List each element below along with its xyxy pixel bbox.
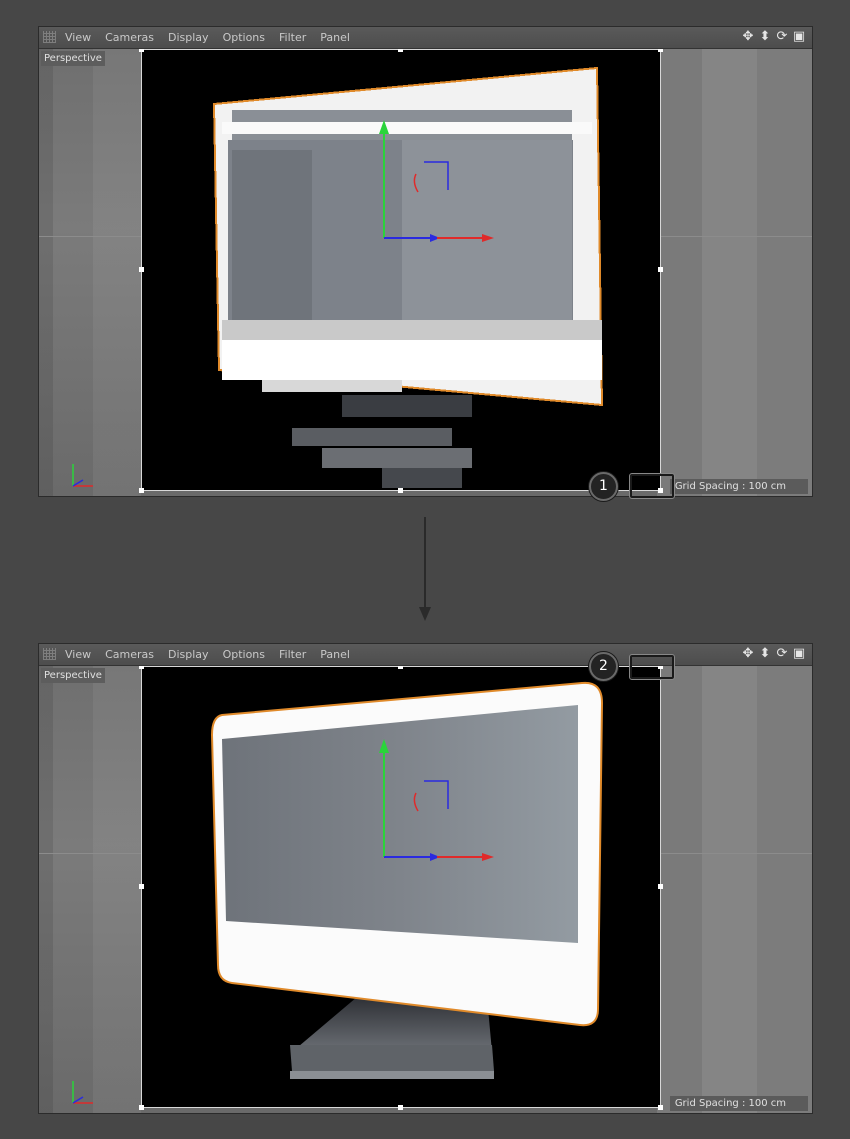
step-callout-1: 1 (589, 472, 618, 501)
menu-view[interactable]: View (65, 27, 98, 48)
menu-filter[interactable]: Filter (279, 27, 313, 48)
region-handle[interactable] (139, 666, 144, 669)
navigation-icons: ✥ ⬍ ⟳ ▣ (741, 30, 806, 44)
menu-display[interactable]: Display (168, 644, 216, 665)
viewport-top[interactable]: View Cameras Display Options Filter Pane… (38, 26, 813, 497)
viewport-camera-label[interactable]: Perspective (41, 668, 105, 683)
monitor-render (210, 681, 604, 1079)
maximize-icon[interactable]: ▣ (792, 30, 806, 44)
region-handle[interactable] (398, 1105, 403, 1110)
move-icon[interactable]: ✥ (741, 647, 755, 661)
viewport-bottom[interactable]: View Cameras Display Options Filter Pane… (38, 643, 813, 1114)
viewport-scene[interactable]: Perspective Grid Spacing: 100 cm (39, 49, 812, 496)
step-callout-2: 2 (589, 652, 618, 681)
zoom-icon[interactable]: ⬍ (758, 647, 772, 661)
background-stripes (657, 49, 812, 496)
region-handle[interactable] (139, 49, 144, 52)
region-handle[interactable] (139, 884, 144, 889)
menu-panel[interactable]: Panel (320, 644, 357, 665)
region-handle[interactable] (398, 488, 403, 493)
viewport-menubar: View Cameras Display Options Filter Pane… (39, 27, 812, 49)
menu-view[interactable]: View (65, 644, 98, 665)
viewport-menubar: View Cameras Display Options Filter Pane… (39, 644, 812, 666)
viewport-scene[interactable]: Perspective Grid Spacing: 100 cm (39, 666, 812, 1113)
menu-display[interactable]: Display (168, 27, 216, 48)
region-handle[interactable] (658, 884, 663, 889)
menu-filter[interactable]: Filter (279, 644, 313, 665)
grid-spacing-label: Grid Spacing : 100 cm (669, 1096, 808, 1111)
render-lock-highlight[interactable] (629, 654, 675, 680)
region-handle[interactable] (658, 267, 663, 272)
menu-cameras[interactable]: Cameras (105, 27, 161, 48)
viewport-camera-label[interactable]: Perspective (41, 51, 105, 66)
region-handle[interactable] (139, 1105, 144, 1110)
menu-panel[interactable]: Panel (320, 27, 357, 48)
down-arrow-icon (419, 517, 431, 621)
region-handle[interactable] (658, 49, 663, 52)
navigation-icons: ✥ ⬍ ⟳ ▣ (741, 647, 806, 661)
region-handle[interactable] (398, 666, 403, 669)
zoom-icon[interactable]: ⬍ (758, 30, 772, 44)
rotate-icon[interactable]: ⟳ (775, 30, 789, 44)
grip-icon[interactable] (43, 31, 56, 43)
world-axis-icon (72, 1081, 93, 1104)
render-region[interactable] (139, 49, 663, 493)
viewport-menu: View Cameras Display Options Filter Pane… (65, 644, 364, 665)
render-region[interactable] (139, 666, 663, 1110)
menu-options[interactable]: Options (223, 644, 272, 665)
maximize-icon[interactable]: ▣ (792, 647, 806, 661)
render-lock-highlight[interactable] (629, 473, 675, 499)
region-handle[interactable] (139, 488, 144, 493)
menu-options[interactable]: Options (223, 27, 272, 48)
rotate-icon[interactable]: ⟳ (775, 647, 789, 661)
move-icon[interactable]: ✥ (741, 30, 755, 44)
region-handle[interactable] (658, 1105, 663, 1110)
region-handle[interactable] (139, 267, 144, 272)
background-stripes (657, 666, 812, 1113)
monitor-render-lowres (212, 66, 604, 488)
world-axis-icon (72, 464, 93, 487)
grid-spacing-label: Grid Spacing : 100 cm (669, 479, 808, 494)
menu-cameras[interactable]: Cameras (105, 644, 161, 665)
grip-icon[interactable] (43, 648, 56, 660)
region-handle[interactable] (398, 49, 403, 52)
viewport-menu: View Cameras Display Options Filter Pane… (65, 27, 364, 48)
